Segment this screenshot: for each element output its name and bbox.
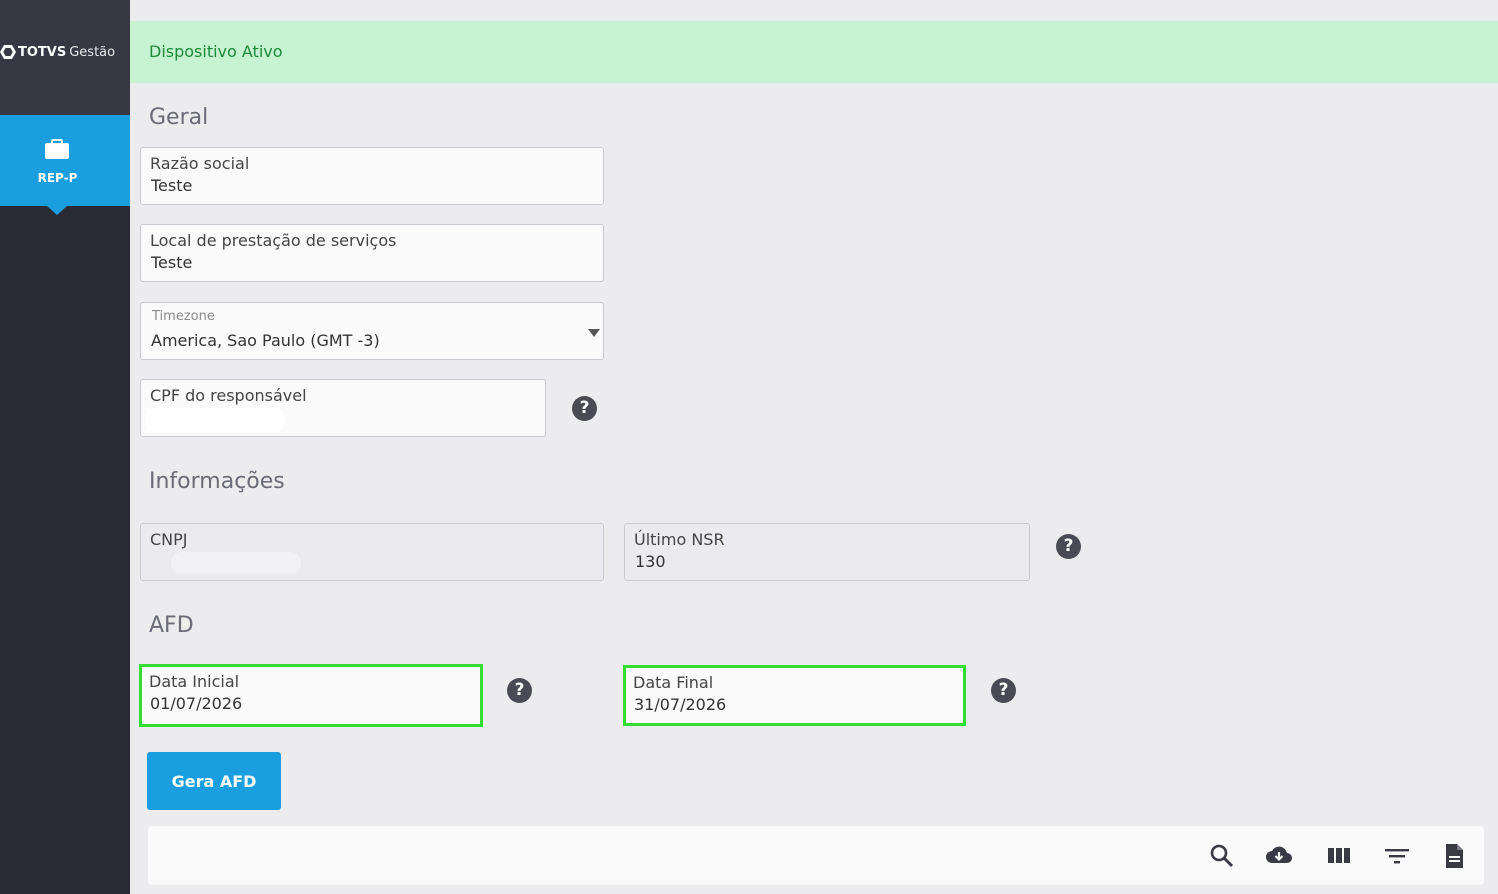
logo-area: TOTVS Gestão bbox=[0, 0, 130, 115]
totvs-logo-icon bbox=[0, 45, 16, 59]
data-final-help-icon[interactable]: ? bbox=[991, 678, 1016, 703]
timezone-value[interactable]: America, Sao Paulo (GMT -3) bbox=[151, 331, 380, 350]
redacted-value bbox=[171, 552, 301, 574]
local-prestacao-field[interactable]: Local de prestação de serviços Teste bbox=[140, 224, 604, 282]
nsr-help-icon[interactable]: ? bbox=[1056, 534, 1081, 559]
columns-icon[interactable] bbox=[1325, 842, 1353, 870]
active-indicator bbox=[47, 206, 67, 215]
status-banner-text: Dispositivo Ativo bbox=[149, 42, 283, 61]
table-toolbar bbox=[148, 826, 1484, 885]
timezone-label: Timezone bbox=[152, 309, 215, 324]
data-final-label: Data Final bbox=[633, 673, 714, 692]
cloud-download-icon[interactable] bbox=[1265, 842, 1293, 870]
data-inicial-field[interactable]: Data Inicial 01/07/2026 bbox=[139, 664, 483, 727]
local-prestacao-value[interactable]: Teste bbox=[151, 253, 192, 272]
cnpj-label: CNPJ bbox=[150, 530, 188, 549]
redacted-value bbox=[145, 408, 285, 432]
briefcase-icon bbox=[45, 139, 69, 159]
top-strip bbox=[130, 0, 1498, 20]
razao-social-value[interactable]: Teste bbox=[151, 176, 192, 195]
ultimo-nsr-field: Último NSR 130 bbox=[624, 523, 1030, 581]
gera-afd-button[interactable]: Gera AFD bbox=[147, 752, 281, 810]
data-inicial-value[interactable]: 01/07/2026 bbox=[150, 694, 242, 713]
razao-social-label: Razão social bbox=[150, 154, 250, 173]
timezone-select[interactable]: Timezone America, Sao Paulo (GMT -3) bbox=[140, 302, 604, 360]
app-logo[interactable]: TOTVS Gestão bbox=[0, 44, 115, 60]
logo-brand: TOTVS bbox=[18, 44, 67, 60]
cpf-responsavel-field[interactable]: CPF do responsável bbox=[140, 379, 546, 437]
dropdown-arrow-icon[interactable] bbox=[588, 329, 600, 337]
section-title-informacoes: Informações bbox=[149, 469, 285, 494]
search-icon[interactable] bbox=[1208, 842, 1236, 870]
section-title-geral: Geral bbox=[149, 105, 209, 130]
cpf-help-icon[interactable]: ? bbox=[572, 396, 597, 421]
document-icon[interactable] bbox=[1440, 842, 1468, 870]
cpf-responsavel-label: CPF do responsável bbox=[150, 386, 307, 405]
sidebar-item-rep-p[interactable]: REP-P bbox=[0, 115, 130, 215]
ultimo-nsr-value: 130 bbox=[635, 552, 666, 571]
razao-social-field[interactable]: Razão social Teste bbox=[140, 147, 604, 205]
sidebar: TOTVS Gestão REP-P bbox=[0, 0, 130, 894]
cnpj-field: CNPJ bbox=[140, 523, 604, 581]
section-title-afd: AFD bbox=[149, 613, 194, 638]
filter-icon[interactable] bbox=[1383, 842, 1411, 870]
data-final-value[interactable]: 31/07/2026 bbox=[634, 695, 726, 714]
data-inicial-help-icon[interactable]: ? bbox=[507, 678, 532, 703]
logo-product: Gestão bbox=[69, 44, 116, 60]
local-prestacao-label: Local de prestação de serviços bbox=[150, 231, 397, 250]
ultimo-nsr-label: Último NSR bbox=[634, 530, 725, 549]
sidebar-item-label: REP-P bbox=[37, 171, 78, 185]
data-final-field[interactable]: Data Final 31/07/2026 bbox=[623, 665, 966, 726]
status-banner: Dispositivo Ativo bbox=[130, 21, 1498, 83]
data-inicial-label: Data Inicial bbox=[149, 672, 240, 691]
